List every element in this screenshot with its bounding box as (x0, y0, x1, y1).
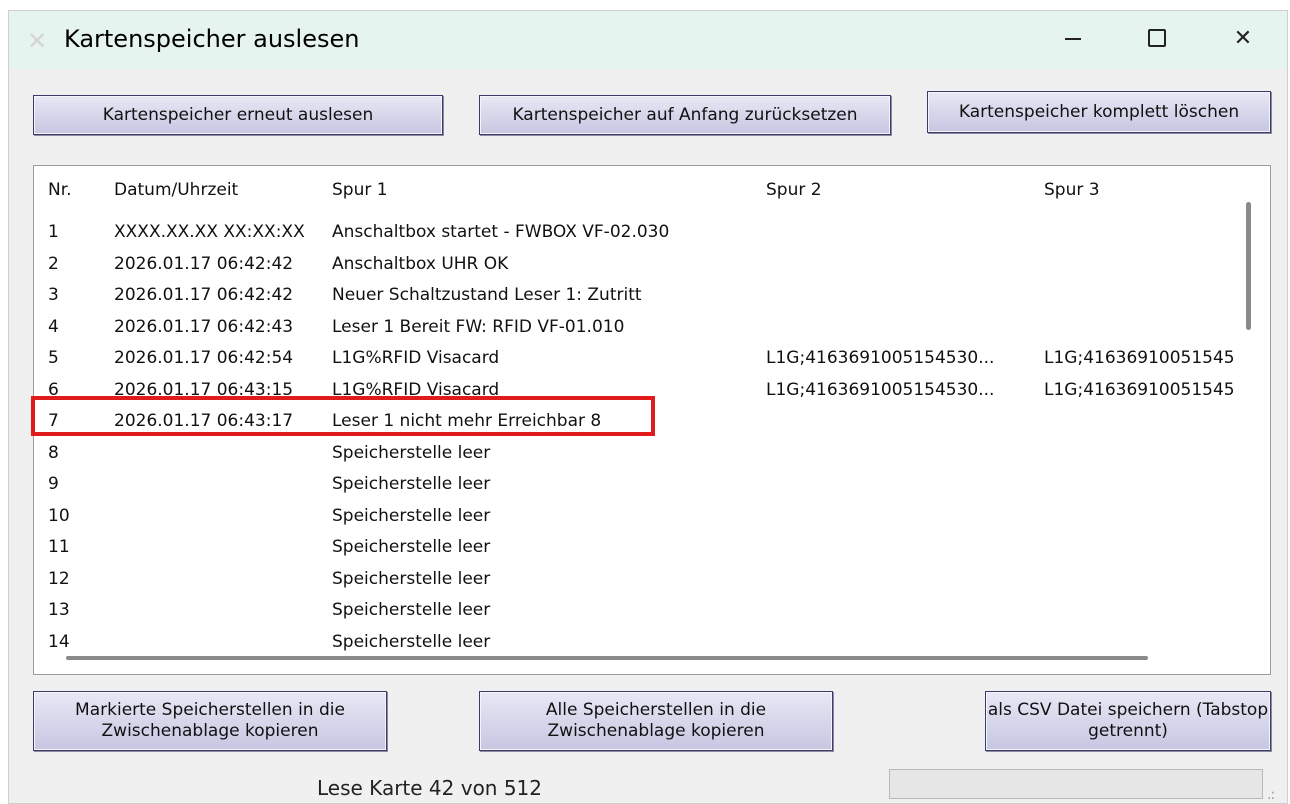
column-header-track1[interactable]: Spur 1 (332, 180, 388, 210)
cell-track3: L1G;41636910051545 (1044, 379, 1235, 400)
cell-track1: Speicherstelle leer (332, 631, 491, 652)
reread-button[interactable]: Kartenspeicher erneut auslesen (33, 95, 443, 135)
column-header-track3[interactable]: Spur 3 (1044, 180, 1100, 210)
cell-datetime: XXXX.XX.XX XX:XX:XX (114, 222, 305, 242)
copy-all-button[interactable]: Alle Speicherstellen in die Zwischenabla… (479, 691, 833, 751)
cell-nr: 14 (48, 631, 70, 652)
cell-datetime: 2026.01.17 06:43:15 (114, 379, 294, 400)
copy-marked-button[interactable]: Markierte Speicherstellen in die Zwische… (33, 691, 387, 751)
close-icon: ✕ (1233, 26, 1253, 51)
cell-track1: L1G%RFID Visacard (332, 379, 500, 400)
column-header-datetime[interactable]: Datum/Uhrzeit (114, 180, 238, 210)
table-row[interactable]: 14 Speicherstelle leer (34, 628, 1234, 660)
table-row[interactable]: 2 2026.01.17 06:42:42 Anschaltbox UHR OK (34, 250, 1234, 282)
resize-grip-icon[interactable]: .: (1267, 787, 1275, 803)
cell-nr: 10 (48, 505, 70, 526)
delete-all-button[interactable]: Kartenspeicher komplett löschen (927, 91, 1271, 133)
table-row[interactable]: 4 2026.01.17 06:42:43 Leser 1 Bereit FW: R… (34, 313, 1234, 345)
window-title: Kartenspeicher auslesen (64, 25, 360, 53)
maximize-button[interactable] (1133, 21, 1181, 57)
cell-nr: 12 (48, 568, 70, 589)
cell-track1: L1G%RFID Visacard (332, 348, 500, 368)
cell-track1: Speicherstelle leer (332, 442, 491, 463)
cell-datetime: 2026.01.17 06:42:42 (114, 253, 294, 274)
table-row[interactable]: 8 Speicherstelle leer (34, 439, 1234, 471)
app-icon: ✕ (27, 27, 48, 55)
cell-nr: 8 (48, 442, 59, 463)
cell-nr: 3 (48, 285, 59, 305)
save-csv-button[interactable]: als CSV Datei speichern (Tabstop getrenn… (985, 691, 1271, 751)
reset-button[interactable]: Kartenspeicher auf Anfang zurücksetzen (479, 95, 891, 135)
cell-nr: 11 (48, 537, 70, 557)
cell-track2: L1G;4163691005154530... (766, 348, 995, 368)
cell-nr: 5 (48, 348, 59, 368)
status-text: Lese Karte 42 von 512 (317, 776, 543, 800)
cell-datetime: 2026.01.17 06:42:54 (114, 348, 294, 368)
cell-track1: Speicherstelle leer (332, 600, 491, 620)
table-row[interactable]: 5 2026.01.17 06:42:54 L1G%RFID Visacard L1G… (34, 344, 1235, 376)
table-row[interactable]: 11 Speicherstelle leer (34, 533, 1234, 565)
table-row[interactable]: 12 Speicherstelle leer (34, 565, 1234, 597)
cell-nr: 1 (48, 222, 59, 242)
vertical-scroll-thumb[interactable] (1246, 202, 1251, 330)
cell-datetime: 2026.01.17 06:42:43 (114, 316, 294, 337)
cell-track3: L1G;41636910051545 (1044, 348, 1235, 368)
cell-nr: 9 (48, 474, 59, 494)
cell-track1: Leser 1 Bereit FW: RFID VF-01.010 (332, 316, 625, 337)
minimize-icon (1065, 38, 1081, 40)
cell-datetime: 2026.01.17 06:43:17 (114, 411, 294, 431)
cell-track1: Speicherstelle leer (332, 505, 491, 526)
table-row[interactable]: 1 XXXX.XX.XX XX:XX:XX Anschaltbox startet … (34, 218, 1234, 250)
table-row[interactable]: 3 2026.01.17 06:42:42 Neuer Schaltzustand … (34, 281, 1234, 313)
cell-track1: Neuer Schaltzustand Leser 1: Zutritt (332, 285, 642, 305)
cell-nr: 6 (48, 379, 59, 400)
close-button[interactable]: ✕ (1219, 21, 1267, 57)
cell-track2: L1G;4163691005154530... (766, 379, 995, 400)
cell-track1: Speicherstelle leer (332, 537, 491, 557)
cell-nr: 7 (48, 411, 59, 431)
maximize-icon (1148, 28, 1166, 47)
cell-datetime: 2026.01.17 06:42:42 (114, 285, 294, 305)
progress-bar (889, 769, 1263, 799)
cell-track1: Leser 1 nicht mehr Erreichbar 8 (332, 411, 602, 431)
column-header-track2[interactable]: Spur 2 (766, 180, 822, 210)
table-row[interactable]: 7 2026.01.17 06:43:17 Leser 1 nicht mehr E… (34, 407, 1234, 439)
cell-track1: Anschaltbox UHR OK (332, 253, 509, 274)
memory-list[interactable]: Nr. Datum/Uhrzeit Spur 1 Spur 2 Spur 3 1… (33, 165, 1271, 675)
cell-track1: Anschaltbox startet - FWBOX VF-02.030 (332, 222, 670, 242)
table-row[interactable]: 10 Speicherstelle leer (34, 502, 1234, 534)
table-row[interactable]: 13 Speicherstelle leer (34, 596, 1234, 628)
cell-track1: Speicherstelle leer (332, 474, 491, 494)
title-bar: ✕ Kartenspeicher auslesen ✕ (9, 11, 1287, 69)
window: ✕ Kartenspeicher auslesen ✕ Kartenspeich… (8, 10, 1288, 804)
horizontal-scroll-thumb[interactable] (66, 656, 1148, 660)
table-row[interactable]: 9 Speicherstelle leer (34, 470, 1234, 502)
table-row[interactable]: 6 2026.01.17 06:43:15 L1G%RFID Visacard L1G… (34, 376, 1235, 408)
minimize-button[interactable] (1049, 21, 1097, 57)
column-header-nr[interactable]: Nr. (48, 180, 72, 210)
cell-track1: Speicherstelle leer (332, 568, 491, 589)
cell-nr: 4 (48, 316, 59, 337)
cell-nr: 2 (48, 253, 59, 274)
cell-nr: 13 (48, 600, 70, 620)
